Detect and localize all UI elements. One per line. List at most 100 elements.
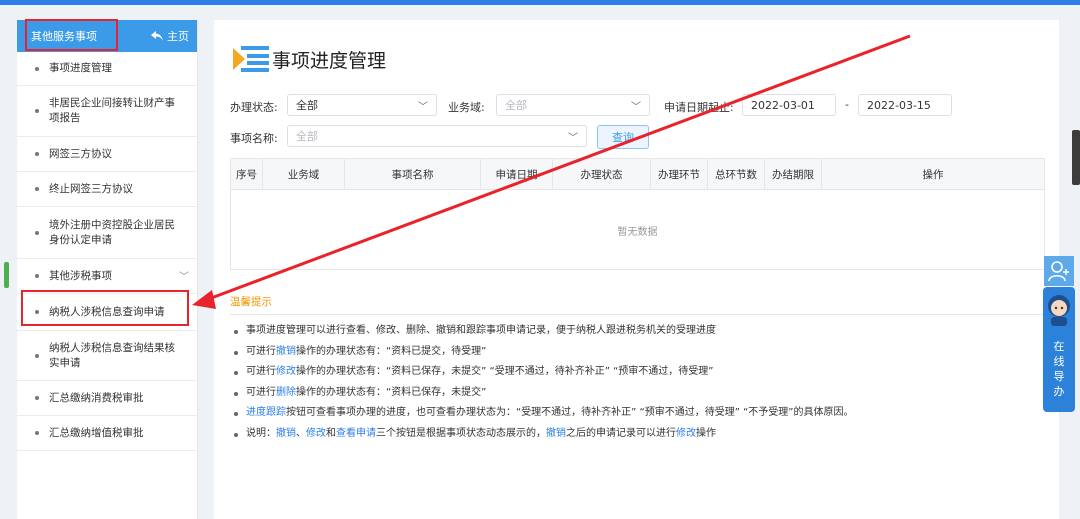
bullet-icon <box>35 230 39 235</box>
tip-text: 可进行 <box>246 345 276 357</box>
tip-text: 操作的办理状态有：“资料已保存，未提交” <box>296 386 487 398</box>
sidebar-item-label: 纳税人涉税信息查询结果核实申请 <box>49 341 175 369</box>
column-header: 操作 <box>922 168 944 181</box>
column-header: 业务域 <box>263 159 345 189</box>
bullet-icon <box>35 66 39 71</box>
status-select-value: 全部 <box>296 99 318 112</box>
column-header: 办理环节 <box>651 159 708 189</box>
sidebar: 其他服务事项 主页 事项进度管理 非居民企业间接转让财产事项报告 网签三方协议 … <box>17 20 198 519</box>
column-header: 总环节数 <box>708 159 765 189</box>
revoke-link[interactable]: 撤销 <box>546 428 566 439</box>
bullet-icon <box>35 353 39 358</box>
user-service-icon[interactable] <box>1044 256 1074 286</box>
date-range-label: 申请日期起止: <box>664 101 734 114</box>
tip-text: 三个按钮是根据事项状态动态展示的， <box>376 427 546 439</box>
online-guide-label: 在线导办 <box>1053 340 1065 398</box>
empty-state: 暂无数据 <box>617 227 658 238</box>
tips-list: 事项进度管理可以进行查看、修改、删除、撤销和跟踪事项申请记录，便于纳税人跟进税务… <box>232 321 853 444</box>
tip-item: 可进行删除操作的办理状态有：“资料已保存，未提交” <box>232 383 853 404</box>
bullet-icon <box>35 431 39 435</box>
chevron-down-icon: ﹀ <box>568 133 578 144</box>
date-start-input[interactable]: 2022-03-01 <box>742 94 836 116</box>
bullet-icon <box>35 396 39 400</box>
tip-text: 说明： <box>246 427 276 439</box>
chevron-down-icon: ﹀ <box>631 102 641 113</box>
tip-text: 操作的办理状态有：“资料已提交，待受理” <box>296 345 487 357</box>
domain-select-placeholder: 全部 <box>505 99 527 112</box>
column-header: 事项名称 <box>345 159 481 189</box>
annotation-box-selected-item <box>21 290 189 326</box>
tips-title: 温馨提示 <box>230 296 272 308</box>
sidebar-item-label: 网签三方协议 <box>49 147 112 160</box>
online-guide-widget[interactable]: 在线导办 <box>1043 287 1075 412</box>
sidebar-item-consumption-tax[interactable]: 汇总缴纳消费税审批 <box>17 381 197 416</box>
sidebar-item-label: 事项进度管理 <box>49 62 112 74</box>
tip-text: 之后的申请记录可以进行 <box>566 427 676 439</box>
sidebar-item-indirect-transfer[interactable]: 非居民企业间接转让财产事项报告 <box>17 86 197 137</box>
column-header: 申请日期 <box>481 159 553 189</box>
sidebar-item-label: 汇总缴纳消费税审批 <box>49 391 144 404</box>
tip-item: 事项进度管理可以进行查看、修改、删除、撤销和跟踪事项申请记录，便于纳税人跟进税务… <box>232 321 853 342</box>
list-icon <box>233 46 269 72</box>
date-end-value: 2022-03-15 <box>867 98 931 112</box>
modify-link[interactable]: 修改 <box>676 428 696 439</box>
item-name-label: 事项名称: <box>230 132 278 145</box>
bullet-icon <box>35 187 39 191</box>
chevron-down-icon: ﹀ <box>179 272 189 283</box>
annotation-box-header <box>25 19 118 51</box>
results-table: 序号 业务域 事项名称 申请日期 办理状态 办理环节 总环节数 办结期限 操作 … <box>230 158 1045 270</box>
sidebar-item-terminate-tripartite[interactable]: 终止网签三方协议 <box>17 172 197 207</box>
main-panel: 事项进度管理 办理状态: 全部 ﹀ 业务域: 全部 ﹀ 申请日期起止: 2022… <box>214 20 1059 519</box>
sidebar-list: 事项进度管理 非居民企业间接转让财产事项报告 网签三方协议 终止网签三方协议 境… <box>17 52 197 451</box>
sidebar-item-tripartite[interactable]: 网签三方协议 <box>17 137 197 172</box>
chevron-down-icon: ﹀ <box>418 102 428 113</box>
page-title: 事项进度管理 <box>272 49 387 72</box>
revoke-link[interactable]: 撤销 <box>276 346 296 357</box>
sidebar-item-label: 非居民企业间接转让财产事项报告 <box>49 97 175 124</box>
sidebar-item-query-result-verify[interactable]: 纳税人涉税信息查询结果核实申请 <box>17 331 197 381</box>
tip-text: 操作 <box>696 427 716 439</box>
sidebar-item-vat[interactable]: 汇总缴纳增值税审批 <box>17 416 197 451</box>
table-header: 序号 业务域 事项名称 申请日期 办理状态 办理环节 总环节数 办结期限 操作 <box>231 159 1044 190</box>
sidebar-item-other-tax[interactable]: 其他涉税事项 ﹀ <box>17 259 197 294</box>
status-filter-label: 办理状态: <box>230 101 278 114</box>
item-name-select[interactable]: 全部 ﹀ <box>287 125 587 147</box>
sidebar-item-label: 终止网签三方协议 <box>49 182 133 195</box>
back-arrow-icon <box>151 31 163 41</box>
view-application-link[interactable]: 查看申请 <box>336 428 376 439</box>
revoke-link[interactable]: 撤销 <box>276 428 296 439</box>
sidebar-item-resident-identity[interactable]: 境外注册中资控股企业居民身份认定申请 <box>17 207 197 259</box>
assistant-avatar-icon <box>1048 295 1070 326</box>
column-header: 办结期限 <box>765 159 822 189</box>
date-start-value: 2022-03-01 <box>751 98 815 112</box>
tip-text: 和 <box>326 427 336 439</box>
tip-text: 操作的办理状态有：“资料已保存，未提交” “受理不通过，待补齐补正” “预审不通… <box>296 366 714 377</box>
column-header: 序号 <box>231 159 263 189</box>
sidebar-item-label: 境外注册中资控股企业居民身份认定申请 <box>49 218 175 246</box>
sidebar-item-progress[interactable]: 事项进度管理 <box>17 52 197 86</box>
page-title-row: 事项进度管理 <box>232 44 386 74</box>
top-bar <box>0 0 1080 5</box>
modify-link[interactable]: 修改 <box>306 428 326 439</box>
delete-link[interactable]: 删除 <box>276 387 296 398</box>
modify-link[interactable]: 修改 <box>276 366 296 377</box>
left-scrollbar[interactable] <box>4 262 9 288</box>
bullet-icon <box>35 109 39 113</box>
domain-select[interactable]: 全部 ﹀ <box>496 94 650 116</box>
item-name-placeholder: 全部 <box>296 130 318 143</box>
tip-text: 按钮可查看事项办理的进度，也可查看办理状态为：“受理不通过，待补齐补正” “预审… <box>286 407 854 418</box>
status-select[interactable]: 全部 ﹀ <box>287 94 437 116</box>
tip-text: 可进行 <box>246 386 276 398</box>
home-link[interactable]: 主页 <box>151 28 189 44</box>
domain-filter-label: 业务域: <box>448 101 485 114</box>
tip-item: 可进行修改操作的办理状态有：“资料已保存，未提交” “受理不通过，待补齐补正” … <box>232 362 853 383</box>
column-header: 办理状态 <box>553 159 651 189</box>
date-end-input[interactable]: 2022-03-15 <box>858 94 952 116</box>
tip-text: 、 <box>296 427 306 439</box>
query-button[interactable]: 查询 <box>597 125 649 149</box>
right-scrollbar[interactable] <box>1072 130 1080 185</box>
tip-item: 说明：撤销、修改和查看申请三个按钮是根据事项状态动态展示的，撤销之后的申请记录可… <box>232 424 853 445</box>
progress-track-link[interactable]: 进度跟踪 <box>246 407 286 418</box>
sidebar-item-label: 其他涉税事项 <box>49 269 112 282</box>
home-label: 主页 <box>167 30 189 43</box>
